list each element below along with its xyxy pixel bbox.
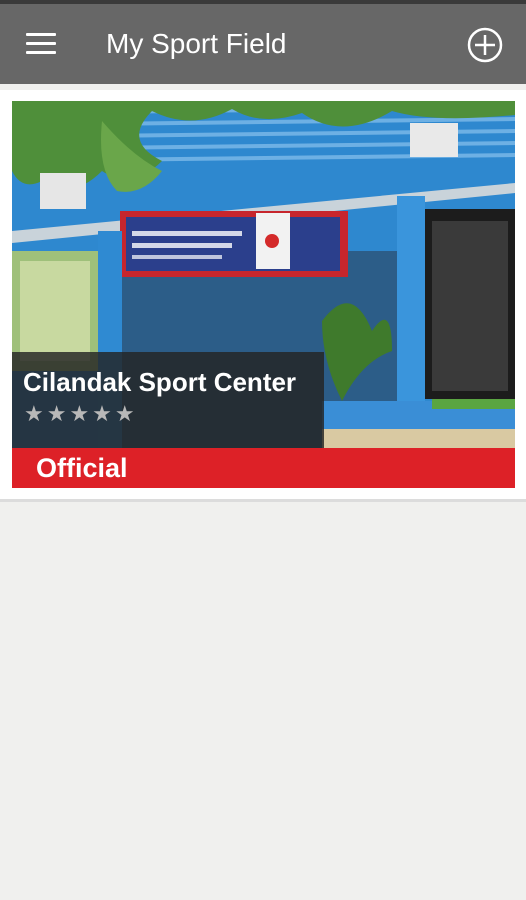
add-circle-icon[interactable] xyxy=(466,26,504,64)
field-list: Cilandak Sport Center ★★★★★ Official xyxy=(0,90,526,502)
field-name: Cilandak Sport Center xyxy=(23,367,297,397)
official-badge: Official xyxy=(12,448,515,488)
app-title: My Sport Field xyxy=(106,28,287,59)
rating-stars: ★★★★★ xyxy=(24,401,138,426)
official-badge-label: Official xyxy=(36,453,128,483)
hamburger-menu-icon[interactable] xyxy=(26,30,56,58)
field-card[interactable]: Cilandak Sport Center ★★★★★ Official xyxy=(12,101,515,488)
app-bar: My Sport Field xyxy=(0,4,526,84)
